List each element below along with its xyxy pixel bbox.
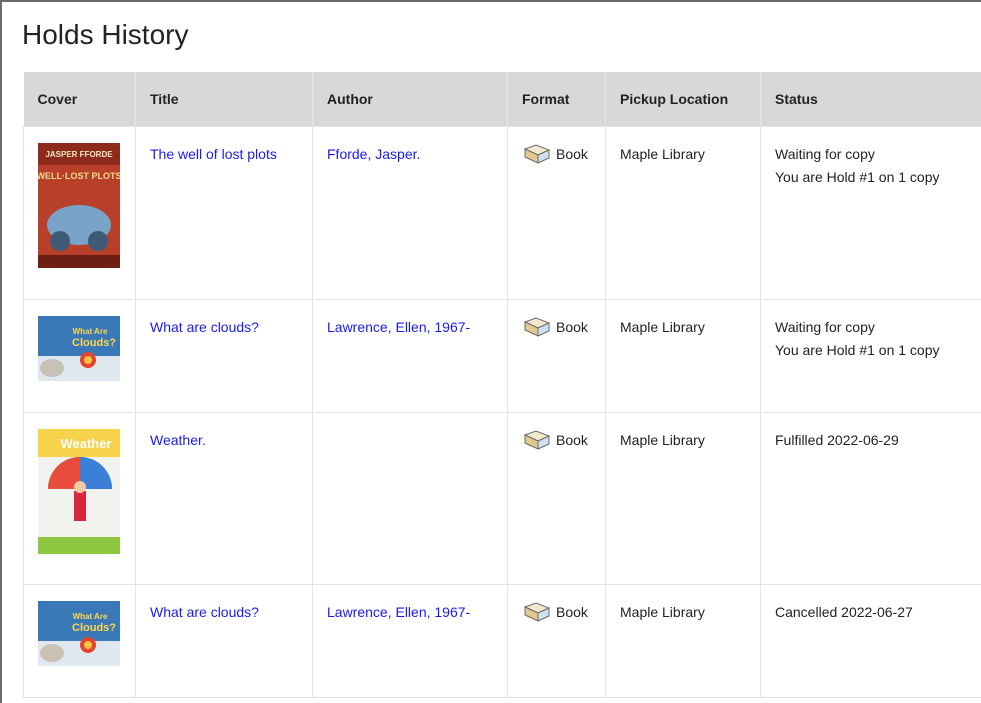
author-cell: Fforde, Jasper. [312,126,508,300]
author-cell: Lawrence, Ellen, 1967- [312,584,508,698]
format-label: Book [556,319,588,335]
table-row: Weather Weather. Book Maple Library Fulf… [23,412,981,585]
cover-title-text: What Are [73,612,108,621]
cover-image-weather[interactable]: Weather [38,429,120,554]
format-cell: Book [507,299,606,413]
column-header-format: Format [507,72,606,127]
format-cell: Book [507,584,606,698]
column-header-status: Status [760,72,981,127]
status-line: You are Hold #1 on 1 copy [775,169,940,185]
book-icon [523,602,551,622]
author-link[interactable]: Fforde, Jasper. [327,146,420,162]
author-cell: Lawrence, Ellen, 1967- [312,299,508,413]
format-label: Book [556,432,588,448]
title-link[interactable]: What are clouds? [150,319,259,335]
title-link[interactable]: What are clouds? [150,604,259,620]
cover-image-what-are-clouds[interactable]: What Are Clouds? [38,601,120,666]
format-cell: Book [507,412,606,585]
page-title: Holds History [22,19,189,50]
title-cell: Weather. [135,412,313,585]
book-icon [523,317,551,337]
cover-cell: What Are Clouds? [23,299,136,413]
table-row: What Are Clouds? What are clouds? Lawren… [23,299,981,413]
pickup-cell: Maple Library [605,412,761,585]
column-header-title: Title [135,72,313,127]
cover-title-text: Weather [60,436,111,451]
status-cell: Cancelled 2022-06-27 [760,584,981,698]
column-header-pickup-location: Pickup Location [605,72,761,127]
table-header-row: Cover Title Author Format Pickup Locatio… [23,72,981,127]
title-link[interactable]: Weather. [150,432,206,448]
column-header-cover: Cover [23,72,136,127]
status-cell: Waiting for copy You are Hold #1 on 1 co… [760,299,981,413]
format-label: Book [556,604,588,620]
cover-cell: JASPER FFORDE WELL·LOST PLOTS [23,126,136,300]
status-line: Waiting for copy [775,319,875,335]
format-label: Book [556,146,588,162]
cover-author-text: JASPER FFORDE [45,150,113,159]
pickup-cell: Maple Library [605,126,761,300]
cover-image-what-are-clouds[interactable]: What Are Clouds? [38,316,120,381]
status-line: You are Hold #1 on 1 copy [775,342,940,358]
column-header-author: Author [312,72,508,127]
table-row: JASPER FFORDE WELL·LOST PLOTS The well o… [23,126,981,300]
pickup-cell: Maple Library [605,299,761,413]
book-icon [523,430,551,450]
author-link[interactable]: Lawrence, Ellen, 1967- [327,604,470,620]
cover-title-text: What Are [73,327,108,336]
holds-history-panel: Holds History Cover Title Author Format … [0,0,981,703]
cover-image-well-of-lost-plots[interactable]: JASPER FFORDE WELL·LOST PLOTS [38,143,120,268]
cover-title-text: WELL·LOST PLOTS [38,171,120,181]
status-line: Waiting for copy [775,146,875,162]
author-cell [312,412,508,585]
format-cell: Book [507,126,606,300]
table-row: What Are Clouds? What are clouds? Lawren… [23,584,981,698]
title-link[interactable]: The well of lost plots [150,146,277,162]
cover-subtitle-text: Clouds? [72,622,116,634]
cover-cell: What Are Clouds? [23,584,136,698]
status-line: Fulfilled 2022-06-29 [775,432,899,448]
cover-cell: Weather [23,412,136,585]
status-cell: Waiting for copy You are Hold #1 on 1 co… [760,126,981,300]
title-cell: What are clouds? [135,299,313,413]
holds-table: Cover Title Author Format Pickup Locatio… [23,72,981,698]
pickup-cell: Maple Library [605,584,761,698]
status-cell: Fulfilled 2022-06-29 [760,412,981,585]
title-cell: What are clouds? [135,584,313,698]
status-line: Cancelled 2022-06-27 [775,604,913,620]
cover-subtitle-text: Clouds? [72,337,116,349]
title-cell: The well of lost plots [135,126,313,300]
author-link[interactable]: Lawrence, Ellen, 1967- [327,319,470,335]
book-icon [523,144,551,164]
